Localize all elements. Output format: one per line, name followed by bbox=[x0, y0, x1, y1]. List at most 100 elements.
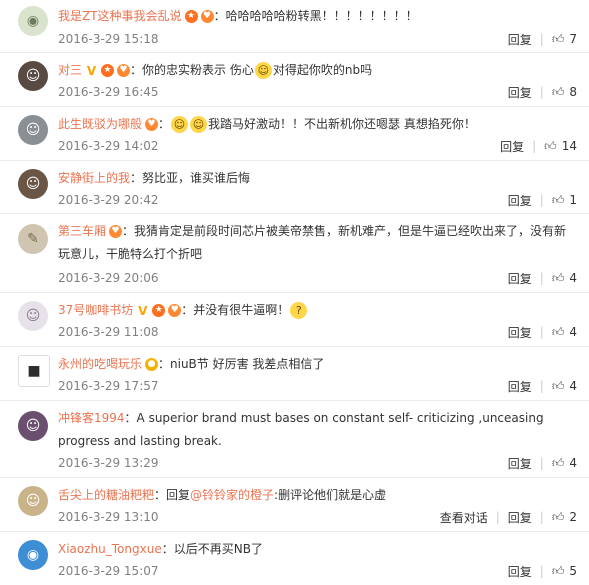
reply-button[interactable]: 回复 bbox=[508, 509, 532, 526]
verified-v-icon[interactable]: V bbox=[136, 304, 149, 317]
thumbs-up-icon: 👍︎ bbox=[551, 84, 565, 99]
thumbs-up-icon: 👍︎ bbox=[551, 563, 565, 578]
like-button[interactable]: 👍︎ 7 bbox=[552, 32, 577, 47]
fan-badge-icon[interactable]: ♥ bbox=[168, 304, 182, 317]
like-button[interactable]: 👍︎ 4 bbox=[552, 379, 577, 394]
avatar[interactable]: ☺ bbox=[18, 411, 48, 441]
divider: | bbox=[539, 379, 544, 393]
comment-text: ：你的忠实粉表示 伤心 bbox=[130, 63, 254, 77]
verified-v-icon[interactable]: V bbox=[85, 64, 98, 77]
doraemon-avatar-icon: ◉ bbox=[26, 547, 40, 563]
reply-button[interactable]: 回复 bbox=[508, 324, 532, 341]
comment-text-cont: 对得起你吹的nb吗 bbox=[272, 63, 373, 77]
fan-badge-icon[interactable]: ♥ bbox=[117, 64, 131, 77]
reply-button[interactable]: 回复 bbox=[508, 455, 532, 472]
person-avatar-icon: ☺ bbox=[25, 122, 41, 138]
fan-badge-icon[interactable]: ♥ bbox=[145, 118, 159, 131]
vip-badge-icon[interactable]: ★ bbox=[152, 304, 166, 317]
reply-button[interactable]: 回复 bbox=[508, 31, 532, 48]
avatar[interactable]: ☺ bbox=[18, 301, 48, 331]
reply-button[interactable]: 回复 bbox=[508, 270, 532, 287]
avatar[interactable]: ☺ bbox=[18, 486, 48, 516]
comment-list: ◉ 我是ZT这种事我会乱说 ★ ♥ ：哈哈哈哈哈粉转黑！！！！！！！！ 2016-3-… bbox=[0, 0, 589, 585]
like-count: 2 bbox=[569, 510, 577, 524]
comment-item: ◉ 我是ZT这种事我会乱说 ★ ♥ ：哈哈哈哈哈粉转黑！！！！！！！！ 2016-3-… bbox=[0, 0, 589, 53]
user-badges: ★ bbox=[184, 10, 198, 23]
username[interactable]: 此生既驳为哪般 bbox=[58, 117, 142, 131]
username[interactable]: 第三车厢 bbox=[58, 224, 106, 238]
comment-time: 2016-3-29 15:18 bbox=[58, 32, 159, 46]
fan-badge-icon[interactable]: ♥ bbox=[200, 10, 214, 23]
like-count: 1 bbox=[569, 193, 577, 207]
like-count: 4 bbox=[569, 271, 577, 285]
comment-text: ：以后不再买NB了 bbox=[161, 542, 263, 556]
reply-button[interactable]: 回复 bbox=[508, 563, 532, 580]
thinking-emoji-icon: ? bbox=[290, 302, 308, 319]
like-button[interactable]: 👍︎ 1 bbox=[552, 193, 577, 208]
avatar[interactable]: ✎ bbox=[18, 224, 48, 254]
thumbs-up-icon: 👍︎ bbox=[551, 378, 565, 393]
comment-time: 2016-3-29 13:29 bbox=[58, 456, 159, 470]
like-button[interactable]: 👍︎ 4 bbox=[552, 456, 577, 471]
comment-time: 2016-3-29 14:02 bbox=[58, 139, 159, 153]
like-count: 8 bbox=[569, 85, 577, 99]
comment-time: 2016-3-29 13:10 bbox=[58, 510, 159, 524]
thumbs-up-icon: 👍︎ bbox=[544, 138, 557, 153]
like-button[interactable]: 👍︎ 14 bbox=[544, 139, 577, 154]
username[interactable]: 安静街上的我 bbox=[58, 171, 130, 185]
reply-button[interactable]: 回复 bbox=[508, 378, 532, 395]
comment-item: ☺ 舌尖上的糖油粑粑：回复@铃铃家的橙子:删评论他们就是心虚 2016-3-29… bbox=[0, 478, 589, 532]
username[interactable]: 37号咖啡书坊 bbox=[58, 303, 133, 317]
thumbs-up-icon: 👍︎ bbox=[551, 270, 565, 285]
username[interactable]: 我是ZT这种事我会乱说 bbox=[58, 9, 182, 23]
like-button[interactable]: 👍︎ 4 bbox=[552, 325, 577, 340]
like-count: 7 bbox=[569, 32, 577, 46]
username[interactable]: 对三 bbox=[58, 63, 82, 77]
thumbs-up-icon: 👍︎ bbox=[551, 455, 565, 470]
comment-item: ☺ 37号咖啡书坊 V ★ ♥ ：并没有很牛逼啊！? 2016-3-29 11:08 回… bbox=[0, 293, 589, 347]
mention-link[interactable]: @铃铃家的橙子 bbox=[190, 488, 274, 502]
reply-button[interactable]: 回复 bbox=[508, 84, 532, 101]
comment-text: ：A superior brand must bases on constant… bbox=[58, 411, 544, 448]
avatar[interactable]: ☺ bbox=[18, 115, 48, 145]
comment-item: ☺ 此生既驳为哪般 ♥： ☺ ☺ 我踏马好激动！！不出新机你还嗯瑟 真想掐死你！ 201… bbox=[0, 107, 589, 161]
divider: | bbox=[539, 510, 544, 524]
like-button[interactable]: 👍︎ 4 bbox=[552, 271, 577, 286]
like-button[interactable]: 👍︎ 5 bbox=[552, 564, 577, 579]
vip-badge-icon[interactable]: ★ bbox=[184, 10, 198, 23]
thumbs-up-icon: 👍︎ bbox=[551, 324, 565, 339]
fan-badge-icon[interactable]: ♥ bbox=[109, 225, 123, 238]
divider: | bbox=[495, 510, 500, 524]
thumbs-up-icon: 👍︎ bbox=[551, 31, 565, 46]
comment-time: 2016-3-29 16:45 bbox=[58, 85, 159, 99]
divider: | bbox=[532, 139, 537, 153]
avatar[interactable]: ◉ bbox=[18, 6, 48, 36]
username[interactable]: 永州的吃喝玩乐 bbox=[58, 357, 142, 371]
avatar[interactable]: ◉ bbox=[18, 540, 48, 570]
gold-badge-icon[interactable]: ● bbox=[145, 358, 159, 371]
grin-emoji-icon: ☺ bbox=[190, 116, 208, 133]
like-button[interactable]: 👍︎ 2 bbox=[552, 510, 577, 525]
comment-text: ：哈哈哈哈哈粉转黑！！！！！！！！ bbox=[213, 9, 418, 23]
avatar[interactable]: ☺ bbox=[18, 169, 48, 199]
vip-badge-icon[interactable]: ★ bbox=[101, 64, 115, 77]
comment-text-cont: :删评论他们就是心虚 bbox=[274, 488, 387, 502]
divider: | bbox=[539, 456, 544, 470]
reply-button[interactable]: 回复 bbox=[508, 192, 532, 209]
comment-item: ◉ Xiaozhu_Tongxue：以后不再买NB了 2016-3-29 15:… bbox=[0, 532, 589, 585]
reply-button[interactable]: 回复 bbox=[500, 138, 524, 155]
grin-emoji-icon: ☺ bbox=[171, 116, 189, 133]
like-button[interactable]: 👍︎ 8 bbox=[552, 85, 577, 100]
username[interactable]: 舌尖上的糖油粑粑 bbox=[58, 488, 154, 502]
avatar[interactable]: ■ bbox=[18, 355, 50, 387]
divider: | bbox=[539, 85, 544, 99]
avatar[interactable]: ☺ bbox=[18, 61, 48, 91]
username[interactable]: Xiaozhu_Tongxue bbox=[58, 542, 162, 556]
comment-time: 2016-3-29 20:42 bbox=[58, 193, 159, 207]
drawing-avatar-icon: ✎ bbox=[27, 231, 39, 247]
comment-time: 2016-3-29 20:06 bbox=[58, 271, 159, 285]
like-count: 4 bbox=[569, 325, 577, 339]
view-conversation-button[interactable]: 查看对话 bbox=[440, 509, 488, 526]
username[interactable]: 冲锋客1994 bbox=[58, 411, 125, 425]
like-count: 14 bbox=[561, 139, 577, 153]
